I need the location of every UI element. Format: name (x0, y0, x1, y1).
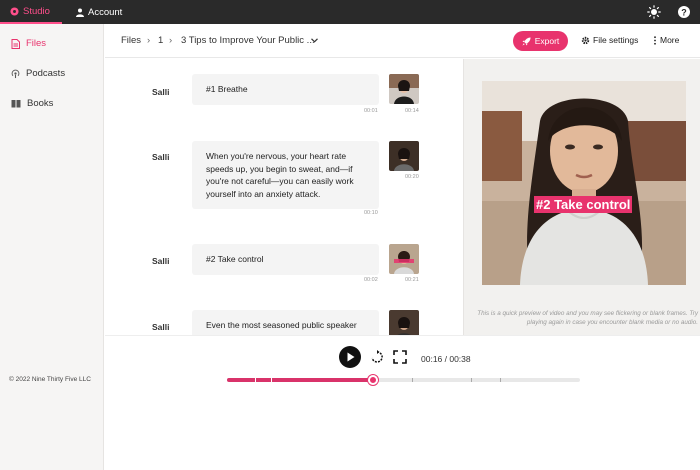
speaker-name: Salli (152, 256, 170, 266)
sidebar-item-label: Podcasts (26, 68, 66, 79)
sidebar-item-podcasts[interactable]: Podcasts (11, 68, 65, 79)
segment-marker (471, 378, 472, 382)
video-preview[interactable]: #2 Take control (482, 81, 686, 285)
sidebar-item-files[interactable]: Files (11, 38, 46, 49)
file-icon (11, 38, 20, 49)
segment-divider (271, 378, 272, 382)
script-bubble[interactable]: When you're nervous, your heart rate spe… (192, 141, 379, 209)
help-icon[interactable]: ? (677, 5, 691, 19)
file-settings-button[interactable]: File settings (581, 35, 638, 45)
segment-marker (500, 378, 501, 382)
video-preview-panel: #2 Take control This is a quick preview … (463, 59, 700, 335)
script-bubble[interactable]: #1 Breathe (192, 74, 379, 105)
tab-account-label: Account (88, 6, 123, 18)
video-thumbnail[interactable] (389, 141, 419, 171)
studio-icon (10, 6, 19, 16)
export-button[interactable]: Export (513, 31, 568, 51)
play-button[interactable] (339, 346, 361, 368)
replay-icon[interactable] (370, 350, 384, 364)
file-settings-label: File settings (593, 35, 639, 45)
kebab-menu-icon (654, 35, 656, 45)
top-bar: Studio Account ? (0, 0, 700, 24)
tab-account[interactable]: Account (76, 0, 122, 24)
sidebar-item-books[interactable]: Books (11, 98, 53, 109)
start-timestamp: 00:02 (364, 277, 378, 283)
svg-text:?: ? (681, 7, 687, 17)
timeline-progress (227, 378, 374, 382)
book-icon (11, 100, 21, 108)
breadcrumb-file-title[interactable]: 3 Tips to Improve Your Public ... (181, 35, 315, 46)
breadcrumb-folder[interactable]: 1 (158, 35, 163, 46)
video-caption: #2 Take control (534, 196, 633, 213)
file-header: Files › 1 › 3 Tips to Improve Your Publi… (105, 24, 700, 58)
video-thumbnail[interactable] (389, 74, 419, 104)
timeline-track[interactable] (227, 375, 580, 385)
gear-icon (581, 36, 590, 44)
play-icon (347, 352, 354, 362)
copyright-footer: © 2022 Nine Thirty Five LLC (9, 376, 91, 383)
timeline-scrubber[interactable] (368, 375, 379, 385)
start-timestamp: 00:01 (364, 108, 378, 114)
fullscreen-icon[interactable] (393, 350, 407, 364)
chevron-down-icon[interactable] (311, 38, 318, 43)
brightness-icon[interactable] (647, 5, 661, 19)
preview-note: This is a quick preview of video and you… (477, 310, 698, 326)
segment-divider (255, 378, 256, 382)
end-timestamp: 00:21 (405, 277, 419, 283)
more-button[interactable]: More (653, 35, 679, 45)
end-timestamp: 00:20 (405, 174, 419, 180)
script-bubble[interactable]: #2 Take control (192, 244, 379, 275)
sidebar-item-label: Files (26, 38, 47, 49)
segment-marker (412, 378, 413, 382)
player-controls: 00:16 / 00:38 (105, 335, 700, 470)
sidebar-item-label: Books (27, 98, 54, 109)
breadcrumb-files[interactable]: Files (121, 35, 141, 46)
user-icon (76, 8, 84, 17)
more-label: More (660, 35, 680, 45)
rocket-icon (522, 36, 531, 46)
sidebar: Files Podcasts Books © 2022 Nine Thirty … (0, 24, 104, 470)
breadcrumb-separator: › (169, 35, 173, 46)
export-label: Export (534, 36, 560, 46)
tab-studio-label: Studio (23, 5, 50, 17)
breadcrumb-separator: › (147, 35, 151, 46)
speaker-name: Salli (152, 152, 170, 162)
video-thumbnail[interactable] (389, 244, 419, 274)
start-timestamp: 00:10 (364, 210, 378, 216)
time-readout: 00:16 / 00:38 (421, 354, 471, 364)
tab-studio[interactable]: Studio (0, 0, 62, 24)
script-list: Salli #1 Breathe 00:01 00:14 Salli When … (105, 59, 462, 335)
speaker-name: Salli (152, 87, 170, 97)
end-timestamp: 00:14 (405, 108, 419, 114)
script-bubble[interactable]: Even the most seasoned public speaker (192, 310, 379, 335)
podcast-icon (11, 69, 20, 78)
video-thumbnail[interactable] (389, 310, 419, 335)
speaker-name: Salli (152, 322, 170, 332)
